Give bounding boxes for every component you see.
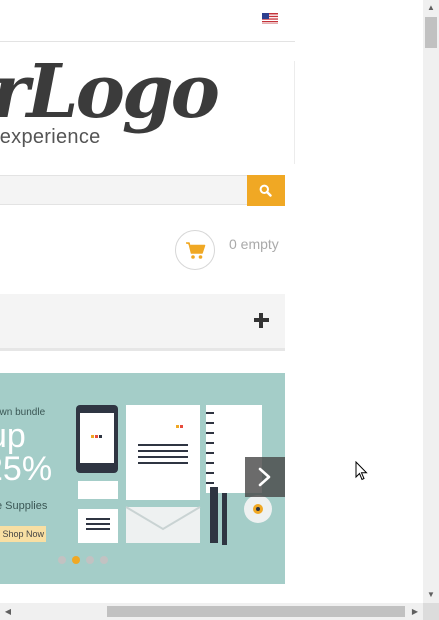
vertical-scrollbar[interactable]: ▲ ▼: [423, 0, 439, 603]
slider-dot-active[interactable]: [72, 556, 80, 564]
cart-status[interactable]: 0 empty: [229, 236, 279, 252]
shop-now-button[interactable]: Shop Now: [0, 526, 46, 542]
plus-icon[interactable]: [254, 310, 274, 330]
slider-dot[interactable]: [100, 556, 108, 564]
chevron-right-icon: [258, 467, 271, 487]
banner-line-3: 25%: [0, 450, 53, 488]
slider-dot[interactable]: [58, 556, 66, 564]
menu-bar: [0, 294, 285, 351]
horizontal-scrollbar[interactable]: ◀ ▶: [0, 603, 423, 620]
scroll-left-icon[interactable]: ◀: [0, 603, 16, 620]
slider-dot[interactable]: [86, 556, 94, 564]
banner-line-4: e Supplies: [0, 500, 48, 512]
cart-button[interactable]: [175, 230, 215, 270]
scrollbar-corner: [423, 603, 439, 620]
page-viewport: YourLogo a new experience 0 empty own bu…: [0, 0, 423, 603]
top-bar: [0, 0, 295, 42]
mouse-pointer-icon: [355, 461, 368, 481]
search-button[interactable]: [247, 175, 285, 206]
logo-text: YourLogo: [0, 49, 220, 135]
scroll-up-icon[interactable]: ▲: [423, 0, 439, 16]
us-flag-icon[interactable]: [262, 13, 278, 24]
search-input[interactable]: [0, 175, 247, 205]
slider-pagination: [58, 551, 114, 564]
cart-icon: [186, 242, 206, 259]
logo[interactable]: YourLogo a new experience: [0, 49, 295, 164]
logo-tagline: a new experience: [0, 126, 101, 148]
horizontal-scroll-thumb[interactable]: [107, 606, 405, 617]
scroll-right-icon[interactable]: ▶: [407, 603, 423, 620]
slider-next-button[interactable]: [245, 457, 285, 497]
banner-slider: own bundle up 25% e Supplies Shop Now: [0, 373, 285, 584]
vertical-scroll-thumb[interactable]: [425, 17, 437, 48]
scroll-down-icon[interactable]: ▼: [423, 587, 439, 603]
search-icon: [259, 184, 272, 197]
